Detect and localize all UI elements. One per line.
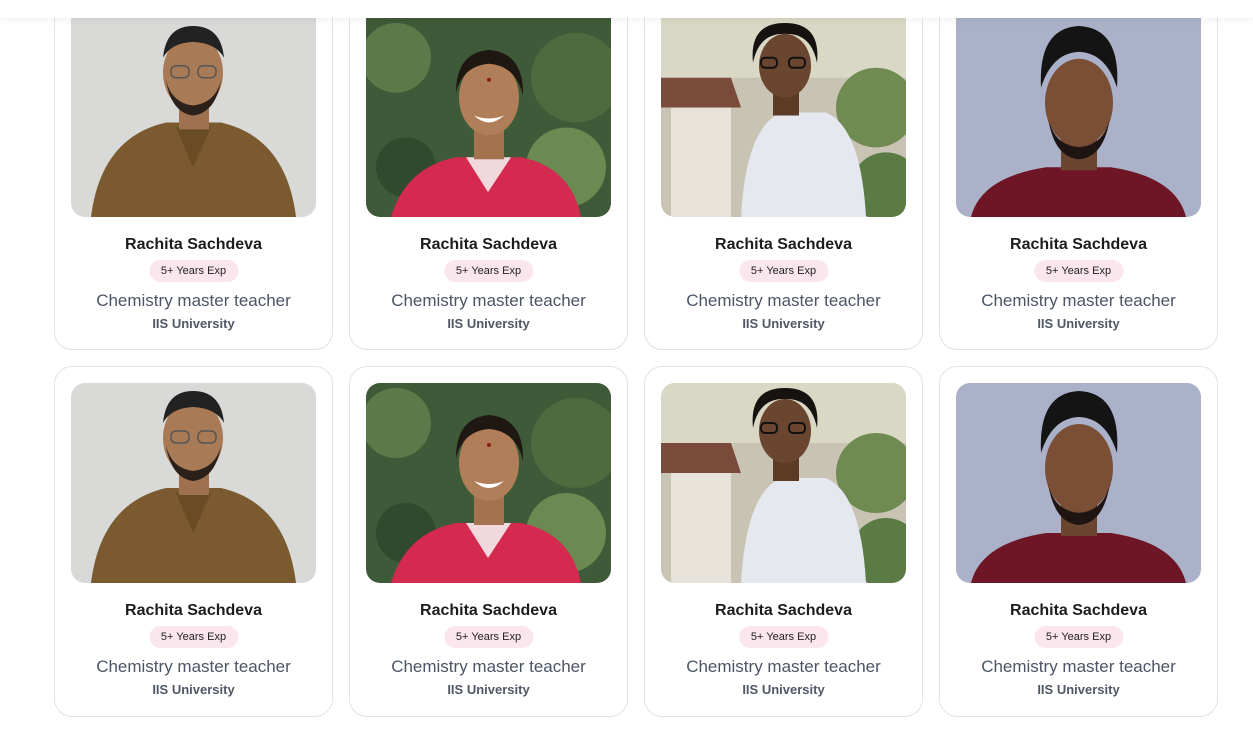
teacher-role: Chemistry master teacher xyxy=(686,291,881,310)
teacher-university: IIS University xyxy=(152,682,235,697)
teacher-university: IIS University xyxy=(447,316,530,331)
teacher-role: Chemistry master teacher xyxy=(96,657,291,676)
teacher-university: IIS University xyxy=(152,316,235,331)
experience-badge: 5+ Years Exp xyxy=(148,260,239,282)
teacher-card[interactable]: Rachita Sachdeva 5+ Years Exp Chemistry … xyxy=(644,366,923,717)
teacher-card[interactable]: Rachita Sachdeva 5+ Years Exp Chemistry … xyxy=(644,0,923,350)
teacher-name: Rachita Sachdeva xyxy=(1010,236,1147,253)
experience-badge: 5+ Years Exp xyxy=(443,260,534,282)
teacher-university: IIS University xyxy=(742,682,825,697)
teacher-card[interactable]: Rachita Sachdeva 5+ Years Exp Chemistry … xyxy=(54,0,333,350)
teacher-role: Chemistry master teacher xyxy=(981,657,1176,676)
teacher-name: Rachita Sachdeva xyxy=(1010,602,1147,619)
teacher-name: Rachita Sachdeva xyxy=(125,236,262,253)
experience-badge: 5+ Years Exp xyxy=(738,260,829,282)
top-header-bar xyxy=(0,0,1253,18)
teacher-photo xyxy=(366,18,611,217)
teacher-photo xyxy=(956,18,1201,217)
teacher-card[interactable]: Rachita Sachdeva 5+ Years Exp Chemistry … xyxy=(54,366,333,717)
teacher-name: Rachita Sachdeva xyxy=(715,602,852,619)
teacher-role: Chemistry master teacher xyxy=(391,291,586,310)
teacher-name: Rachita Sachdeva xyxy=(420,602,557,619)
experience-badge: 5+ Years Exp xyxy=(148,626,239,648)
teacher-photo xyxy=(956,383,1201,583)
teacher-photo xyxy=(71,18,316,217)
teacher-grid: Rachita Sachdeva 5+ Years Exp Chemistry … xyxy=(54,0,1218,717)
teacher-photo xyxy=(71,383,316,583)
teacher-card[interactable]: Rachita Sachdeva 5+ Years Exp Chemistry … xyxy=(349,0,628,350)
teacher-name: Rachita Sachdeva xyxy=(715,236,852,253)
teacher-university: IIS University xyxy=(447,682,530,697)
experience-badge: 5+ Years Exp xyxy=(1033,626,1124,648)
teacher-university: IIS University xyxy=(1037,682,1120,697)
teacher-card[interactable]: Rachita Sachdeva 5+ Years Exp Chemistry … xyxy=(939,0,1218,350)
teacher-name: Rachita Sachdeva xyxy=(125,602,262,619)
teacher-role: Chemistry master teacher xyxy=(686,657,881,676)
teacher-university: IIS University xyxy=(742,316,825,331)
teacher-card[interactable]: Rachita Sachdeva 5+ Years Exp Chemistry … xyxy=(349,366,628,717)
teacher-photo xyxy=(661,383,906,583)
experience-badge: 5+ Years Exp xyxy=(443,626,534,648)
teacher-role: Chemistry master teacher xyxy=(981,291,1176,310)
teacher-role: Chemistry master teacher xyxy=(391,657,586,676)
teacher-university: IIS University xyxy=(1037,316,1120,331)
teacher-card[interactable]: Rachita Sachdeva 5+ Years Exp Chemistry … xyxy=(939,366,1218,717)
teacher-photo xyxy=(366,383,611,583)
teacher-photo xyxy=(661,18,906,217)
teacher-role: Chemistry master teacher xyxy=(96,291,291,310)
experience-badge: 5+ Years Exp xyxy=(1033,260,1124,282)
teacher-name: Rachita Sachdeva xyxy=(420,236,557,253)
experience-badge: 5+ Years Exp xyxy=(738,626,829,648)
